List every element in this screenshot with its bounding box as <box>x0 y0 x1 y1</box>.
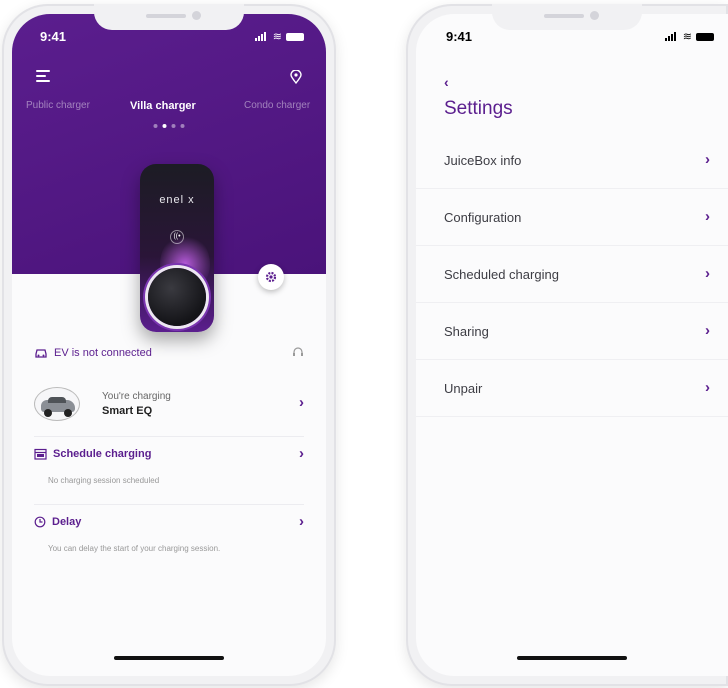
vehicle-status: You're charging <box>102 391 171 402</box>
tab-public-charger[interactable]: Public charger <box>26 100 90 111</box>
car-icon <box>35 349 47 358</box>
connection-status-label: EV is not connected <box>54 347 152 359</box>
status-bar: 9:41 ≋ <box>446 28 714 48</box>
headset-icon[interactable] <box>292 346 304 361</box>
signal-icon <box>664 32 679 41</box>
status-time: 9:41 <box>40 29 67 44</box>
chevron-right-icon: › <box>705 379 710 396</box>
schedule-charging-row[interactable]: Schedule charging › <box>34 445 304 462</box>
settings-item-unpair[interactable]: Unpair › <box>416 360 728 417</box>
screen-left: 9:41 ≋ Public charger Villa charger Cond… <box>12 14 326 676</box>
settings-item-scheduled-charging[interactable]: Scheduled charging › <box>416 246 728 303</box>
tab-condo-charger[interactable]: Condo charger <box>244 100 310 111</box>
tab-villa-charger[interactable]: Villa charger <box>130 100 196 112</box>
chevron-right-icon[interactable]: › <box>299 513 304 530</box>
settings-item-sharing[interactable]: Sharing › <box>416 303 728 360</box>
chevron-right-icon: › <box>705 265 710 282</box>
schedule-charging-title: Schedule charging <box>53 448 152 460</box>
clock-icon <box>34 516 46 528</box>
status-icons: ≋ <box>254 30 304 43</box>
phone-frame-left: 9:41 ≋ Public charger Villa charger Cond… <box>2 4 336 686</box>
vehicle-avatar <box>34 387 80 421</box>
settings-item-configuration[interactable]: Configuration › <box>416 189 728 246</box>
calendar-icon <box>34 448 47 460</box>
settings-item-label: Configuration <box>444 209 522 225</box>
wifi-icon: ≋ <box>682 31 692 43</box>
wireless-badge-icon: ((• <box>170 230 184 244</box>
phone-frame-right: 9:41 ≋ ‹ Settings JuiceBox info › Configu… <box>406 4 728 686</box>
page-dot <box>171 124 176 128</box>
home-indicator <box>517 656 627 660</box>
screen-right: 9:41 ≋ ‹ Settings JuiceBox info › Configu… <box>416 14 728 676</box>
battery-icon <box>286 32 304 41</box>
notch <box>492 4 642 30</box>
settings-button[interactable] <box>258 264 284 290</box>
divider <box>34 504 304 505</box>
page-indicator <box>153 124 185 128</box>
signal-icon <box>254 32 269 41</box>
delay-desc: You can delay the start of your charging… <box>48 544 221 553</box>
connection-status: EV is not connected <box>34 346 304 361</box>
status-time: 9:41 <box>446 29 473 44</box>
divider <box>34 436 304 437</box>
location-pin-icon[interactable] <box>290 69 302 85</box>
charger-tabs: Public charger Villa charger Condo charg… <box>12 100 326 116</box>
chevron-right-icon[interactable]: › <box>299 394 304 411</box>
settings-item-label: JuiceBox info <box>444 152 522 168</box>
status-bar: 9:41 ≋ <box>40 28 304 48</box>
home-indicator <box>114 656 224 660</box>
settings-item-label: Unpair <box>444 380 483 396</box>
menu-icon[interactable] <box>36 70 50 82</box>
chevron-right-icon: › <box>705 208 710 225</box>
vehicle-row[interactable]: You're charging Smart EQ › <box>34 380 304 428</box>
page-dot-active <box>162 124 167 128</box>
gear-icon <box>265 271 277 283</box>
page-dot <box>153 124 158 128</box>
charger-brand-logo: enel x <box>159 194 195 206</box>
chevron-right-icon: › <box>705 322 710 339</box>
chevron-right-icon[interactable]: › <box>299 445 304 462</box>
delay-title: Delay <box>52 516 82 528</box>
delay-row[interactable]: Delay › <box>34 513 304 530</box>
status-icons: ≋ <box>664 30 714 43</box>
chevron-right-icon: › <box>705 151 710 168</box>
back-button[interactable]: ‹ <box>444 74 449 90</box>
vehicle-name: Smart EQ <box>102 405 153 417</box>
settings-item-juicebox-info[interactable]: JuiceBox info › <box>416 132 728 189</box>
page-title: Settings <box>444 98 513 119</box>
battery-icon <box>696 32 714 41</box>
settings-list: JuiceBox info › Configuration › Scheduled … <box>416 132 728 417</box>
wifi-icon: ≋ <box>272 31 282 43</box>
settings-item-label: Sharing <box>444 323 489 339</box>
notch <box>94 4 244 30</box>
schedule-charging-desc: No charging session scheduled <box>48 476 160 485</box>
charger-device-image: enel x ((• <box>140 164 214 332</box>
settings-item-label: Scheduled charging <box>444 266 559 282</box>
charger-knob <box>148 268 206 326</box>
page-dot <box>180 124 185 128</box>
